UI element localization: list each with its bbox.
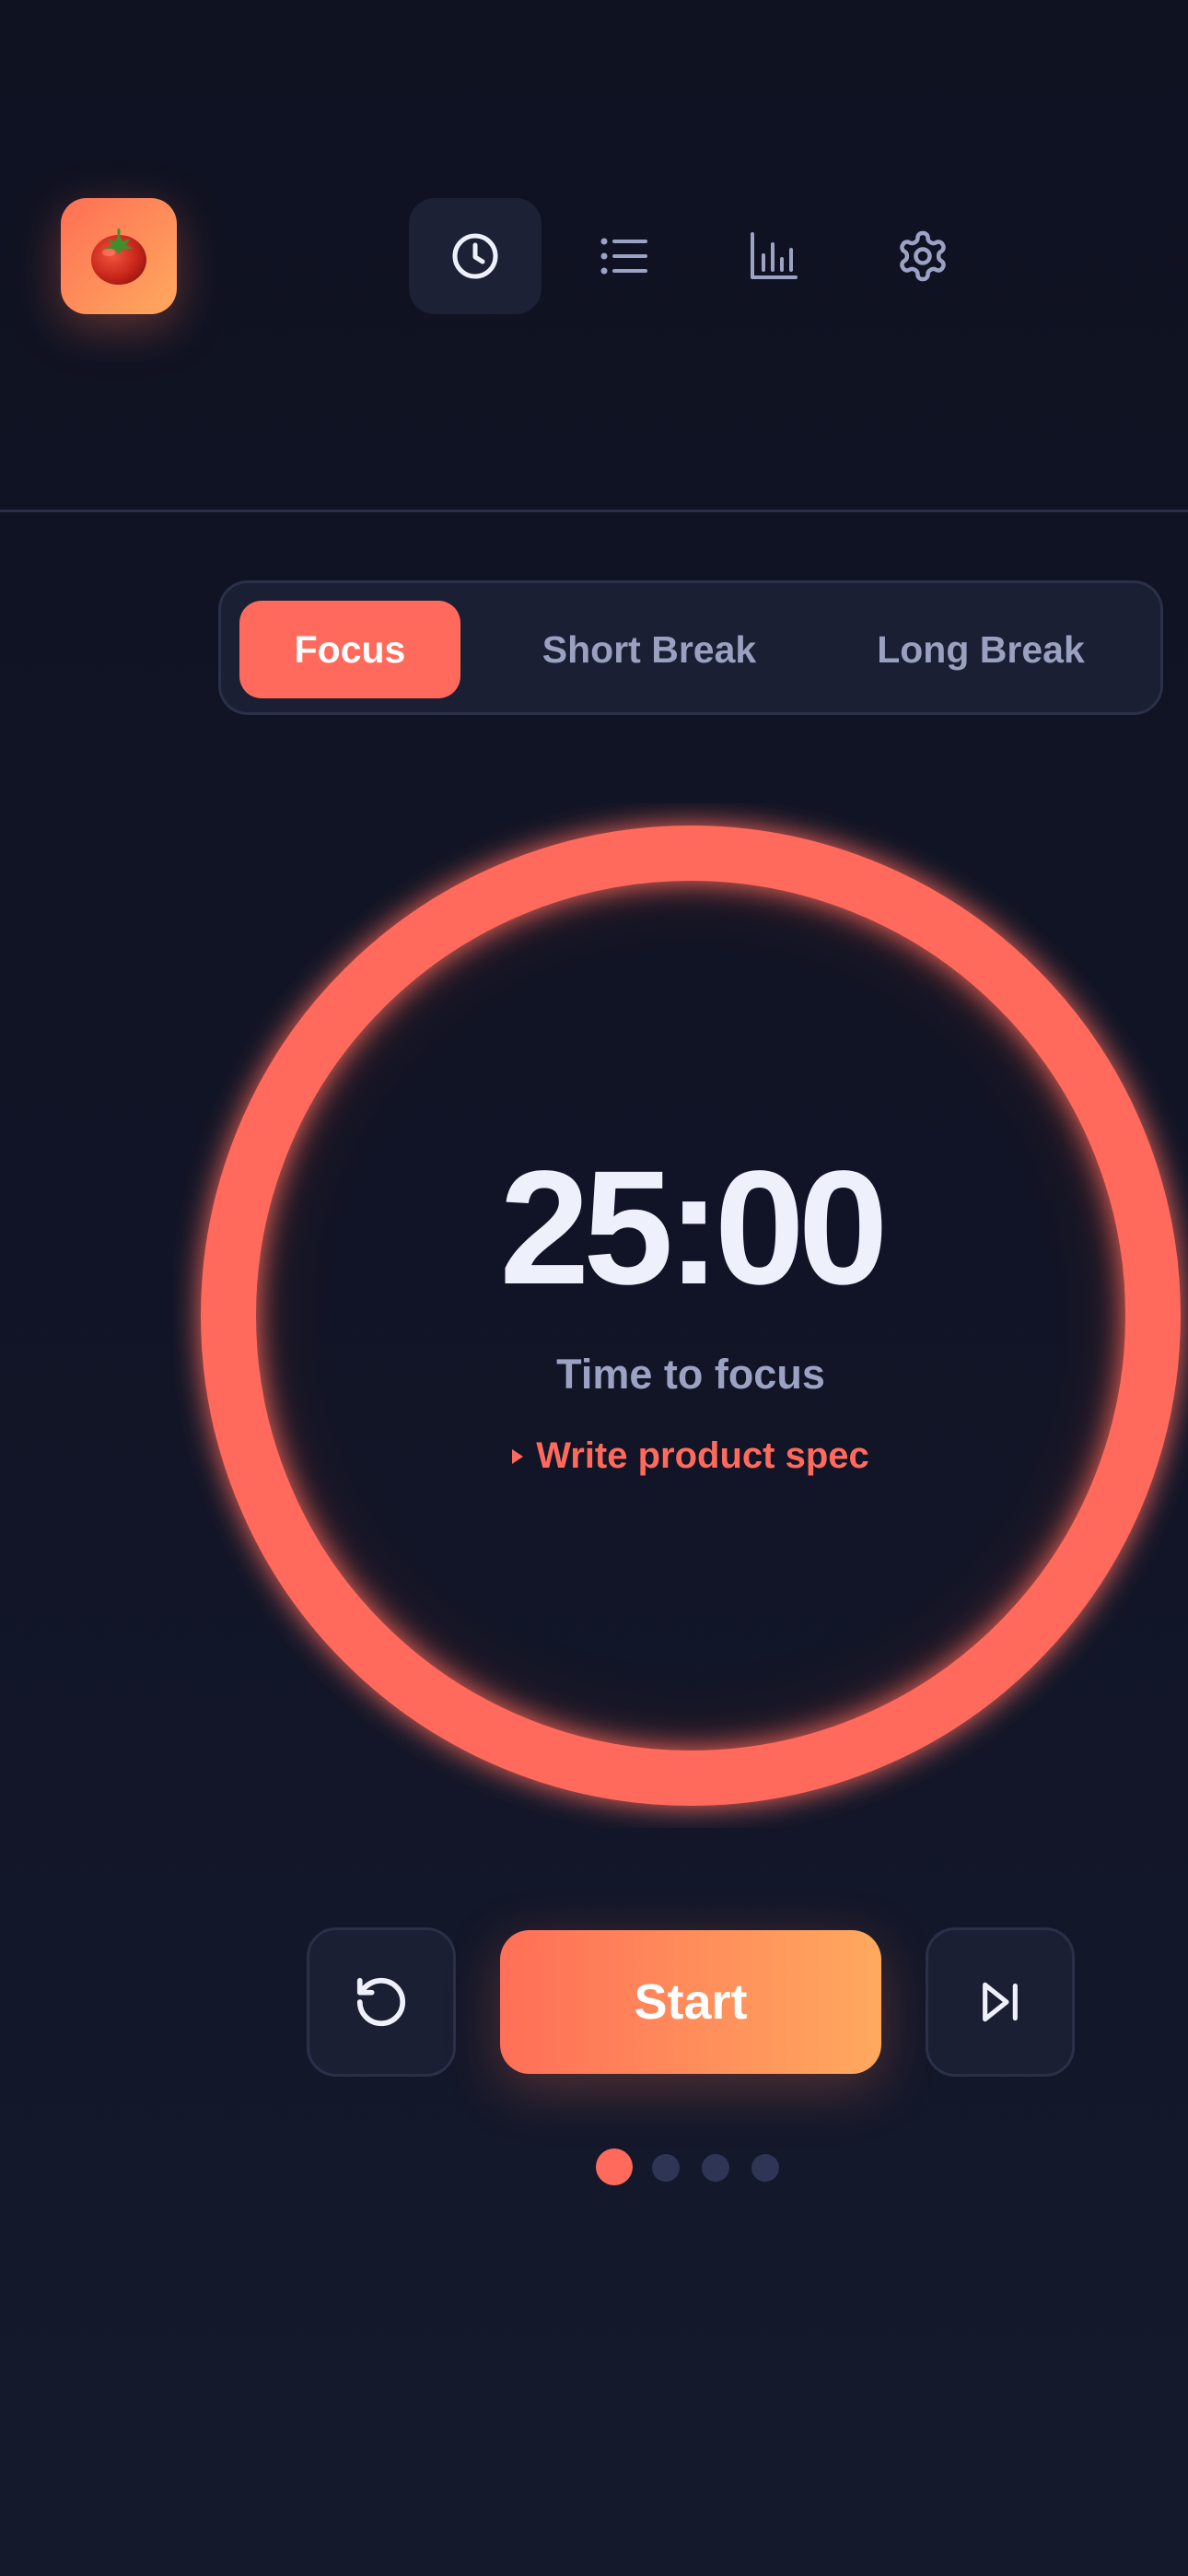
app-logo — [61, 198, 177, 314]
session-dot-3 — [702, 2154, 729, 2182]
tomato-icon — [91, 228, 146, 285]
nav-item-tasks[interactable] — [558, 198, 691, 314]
list-icon — [600, 238, 647, 275]
reset-icon — [356, 1977, 406, 2027]
top-bar — [0, 0, 1188, 512]
session-status-label: Time to focus — [556, 1351, 825, 1398]
play-caret-icon — [512, 1448, 524, 1464]
tab-focus[interactable]: Focus — [239, 601, 460, 698]
current-task[interactable]: Write product spec — [414, 1435, 967, 1477]
nav-item-settings[interactable] — [856, 198, 989, 314]
timer-display: 25:00 — [499, 1138, 888, 1318]
bar-chart-icon — [751, 232, 798, 279]
start-button[interactable]: Start — [500, 1930, 881, 2074]
skip-icon — [983, 1982, 1018, 2022]
nav-item-stats[interactable] — [707, 198, 840, 314]
nav-item-timer[interactable] — [409, 198, 542, 314]
session-dots — [594, 2147, 787, 2187]
reset-button[interactable] — [307, 1927, 456, 2077]
current-task-name: Write product spec — [536, 1435, 869, 1476]
mode-selector: Focus Short Break Long Break — [218, 580, 1163, 715]
session-dot-4 — [751, 2154, 779, 2182]
pomodoro-screen: Focus Short Break Long Break 25:00 Time … — [0, 0, 1188, 2576]
clock-icon — [452, 233, 498, 279]
tab-short-break[interactable]: Short Break — [503, 601, 796, 698]
gear-icon — [900, 230, 946, 282]
main-nav — [409, 198, 980, 314]
session-dot-1 — [596, 2149, 633, 2185]
tab-long-break[interactable]: Long Break — [834, 601, 1127, 698]
skip-button[interactable] — [926, 1927, 1075, 2077]
session-dot-2 — [652, 2154, 680, 2182]
